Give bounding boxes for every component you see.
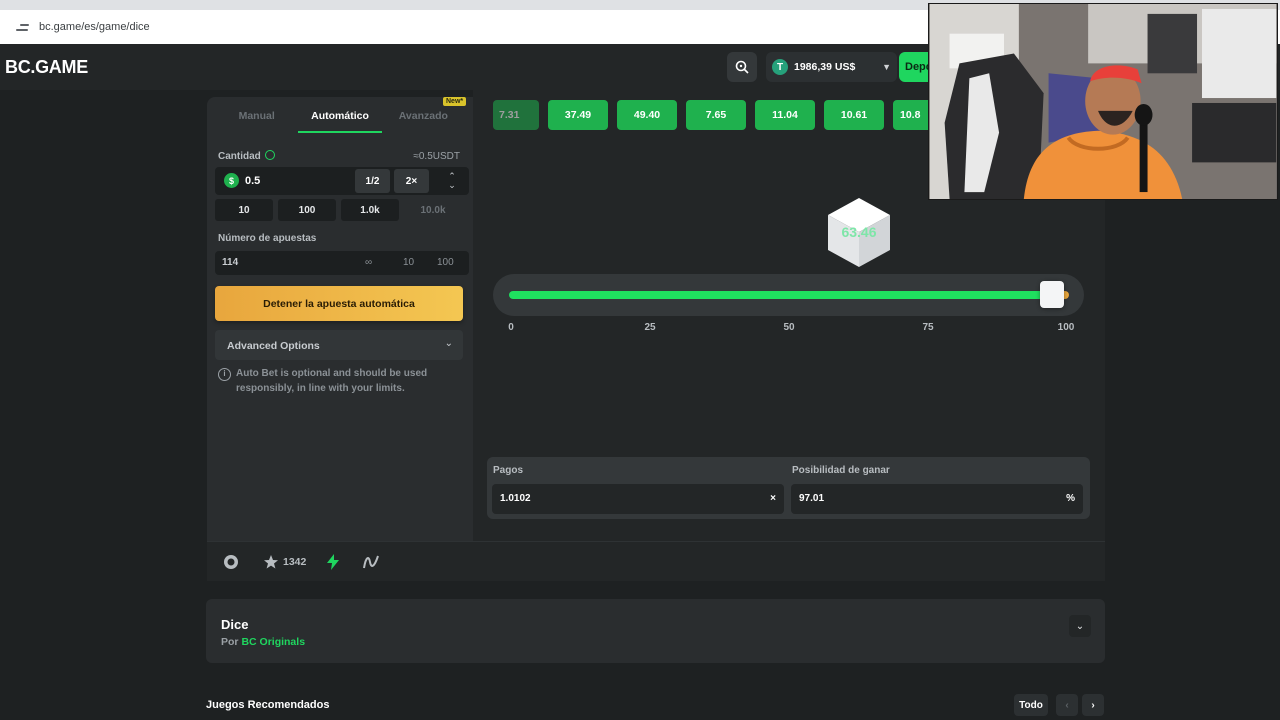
amount-stepper[interactable]: ⌃ ⌄ [435, 169, 469, 193]
history-chip[interactable]: 49.40 [617, 100, 677, 130]
history-chip[interactable]: 11.04 [755, 100, 815, 130]
site-logo[interactable]: BC.GAME [5, 57, 88, 78]
dollar-coin-icon: $ [224, 173, 239, 188]
lightning-icon [327, 554, 339, 570]
slider-tick: 100 [1057, 322, 1075, 333]
recommended-games-title: Juegos Recomendados [206, 699, 330, 711]
balance-selector[interactable]: T 1986,39 US$ ▼ [766, 52, 897, 82]
info-icon: i [218, 368, 231, 381]
history-chip[interactable]: 37.49 [548, 100, 608, 130]
slider-tick: 25 [644, 322, 656, 333]
slider-handle[interactable] [1040, 281, 1065, 308]
payout-suffix: × [770, 493, 776, 504]
roll-result: 63.46 [841, 224, 877, 240]
bets-100-option[interactable]: 100 [437, 257, 454, 268]
advanced-options-toggle[interactable]: Advanced Options ⌄ [215, 330, 463, 360]
tab-manual[interactable]: Manual [215, 97, 298, 133]
tab-automatic[interactable]: Automático [298, 97, 382, 133]
next-button[interactable]: › [1082, 694, 1104, 716]
chevron-down-icon: ▼ [882, 62, 891, 72]
star-icon [264, 555, 278, 569]
stats-chart-button[interactable] [362, 554, 380, 570]
quick-amount-10[interactable]: 10 [215, 199, 273, 221]
info-icon[interactable] [264, 150, 275, 161]
chevron-down-icon: ⌄ [444, 338, 453, 349]
view-all-button[interactable]: Todo [1014, 694, 1048, 716]
win-chance-field[interactable]: 97.01 % [791, 484, 1083, 514]
chevron-down-icon: ⌄ [1075, 620, 1085, 632]
history-chip[interactable]: 7.31 [493, 100, 539, 130]
slider-tick: 75 [922, 322, 934, 333]
win-chance-suffix: % [1066, 493, 1075, 504]
favorite-button[interactable]: 1342 [263, 554, 306, 570]
address-url[interactable]: bc.game/es/game/dice [39, 21, 150, 33]
expand-info-button[interactable]: ⌄ [1069, 615, 1091, 637]
amount-input-row: $ 0.5 1/2 2× ⌃ ⌄ [215, 167, 469, 195]
payout-value: 1.0102 [500, 493, 531, 504]
bet-control-panel: Manual Automático Avanzado Cantidad ≈0.5… [207, 97, 473, 541]
quick-amount-1k[interactable]: 1.0k [341, 199, 399, 221]
bets-count-input-row: 114 ∞ 10 100 [215, 251, 469, 275]
quick-amount-10k[interactable]: 10.0k [404, 199, 462, 221]
double-amount-button[interactable]: 2× [394, 169, 429, 193]
gear-icon [224, 555, 238, 569]
quick-amount-100[interactable]: 100 [278, 199, 336, 221]
half-amount-button[interactable]: 1/2 [355, 169, 390, 193]
trend-icon [363, 555, 379, 569]
bets-count-input[interactable]: 114 [222, 257, 238, 268]
history-chip[interactable]: 7.65 [686, 100, 746, 130]
bets-10-option[interactable]: 10 [403, 257, 414, 268]
game-title: Dice [221, 617, 249, 632]
amount-usdt-equivalent: ≈0.5USDT [413, 151, 460, 162]
streamer-webcam [928, 3, 1278, 200]
game-info-card: Dice Por BC Originals ⌄ [206, 599, 1105, 663]
win-chance-value: 97.01 [799, 493, 825, 504]
prev-button[interactable]: ‹ [1056, 694, 1078, 716]
win-chance-label: Posibilidad de ganar [792, 465, 890, 476]
search-button[interactable] [727, 52, 757, 82]
bet-mode-tabs: Manual Automático Avanzado [215, 97, 465, 133]
history-chip[interactable]: 10.61 [824, 100, 884, 130]
settings-button[interactable] [223, 554, 239, 570]
provider-prefix: Por [221, 636, 239, 648]
chevron-right-icon: › [1091, 699, 1095, 711]
game-toolbar: 1342 [207, 541, 1105, 581]
amount-label-text: Cantidad [218, 151, 261, 162]
balance-amount: 1986,39 US$ [794, 61, 856, 73]
autobet-notice: Auto Bet is optional and should be used … [236, 366, 456, 396]
amount-input[interactable]: 0.5 [245, 175, 260, 187]
game-provider-line: Por BC Originals [221, 636, 305, 648]
chevron-left-icon: ‹ [1065, 699, 1069, 711]
bets-infinite-option[interactable]: ∞ [365, 257, 372, 268]
chevron-down-icon[interactable]: ⌄ [448, 181, 456, 190]
amount-label: Cantidad [218, 150, 275, 162]
new-badge: New* [443, 97, 467, 106]
site-settings-icon[interactable] [16, 20, 30, 34]
fast-mode-button[interactable] [326, 554, 340, 570]
bets-count-label: Número de apuestas [218, 233, 317, 244]
favorite-count: 1342 [283, 556, 307, 568]
payout-label: Pagos [493, 465, 524, 476]
advanced-options-label: Advanced Options [227, 340, 320, 352]
slider-win-range [509, 291, 1053, 299]
tether-icon: T [772, 59, 788, 75]
autobet-notice-line2: responsibly, in line with your limits. [236, 383, 405, 394]
payout-field[interactable]: 1.0102 × [492, 484, 784, 514]
result-history: 7.31 37.49 49.40 7.65 11.04 10.61 10.8 [493, 100, 941, 130]
slider-tick: 50 [783, 322, 795, 333]
search-icon [735, 60, 749, 74]
bet-stats-panel: Pagos 1.0102 × Posibilidad de ganar 97.0… [487, 457, 1090, 519]
provider-link[interactable]: BC Originals [241, 636, 305, 648]
slider-tick: 0 [508, 322, 514, 333]
stop-autobet-button[interactable]: Detener la apuesta automática [215, 286, 463, 321]
autobet-notice-line1: Auto Bet is optional and should be used [236, 368, 428, 379]
